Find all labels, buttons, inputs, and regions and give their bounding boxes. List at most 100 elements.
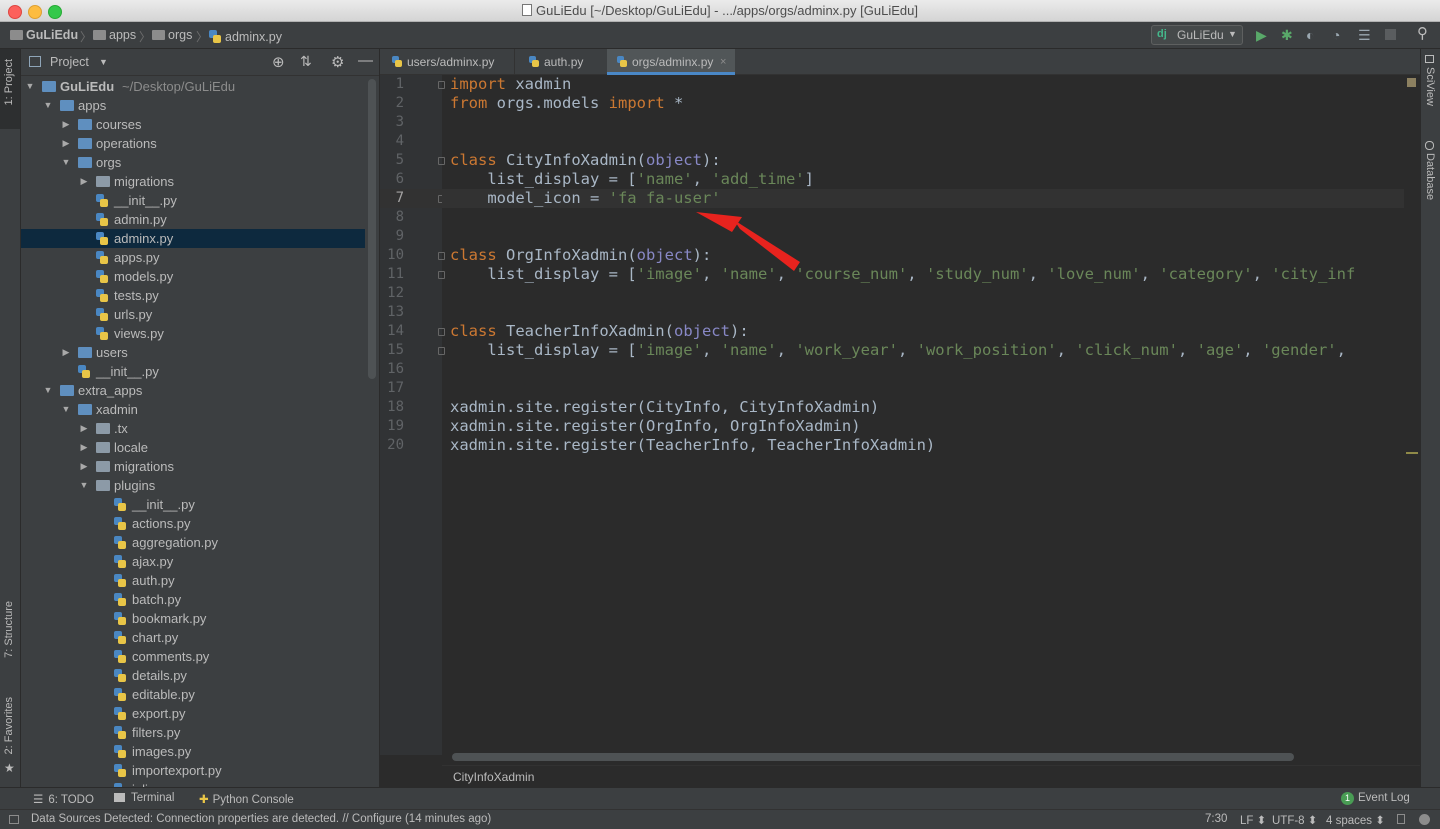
tree-file[interactable]: models.py xyxy=(21,267,365,286)
tree-file[interactable]: admin.py xyxy=(21,210,365,229)
tree-file[interactable]: comments.py xyxy=(21,647,365,666)
expand-arrow-down-icon[interactable]: ▼ xyxy=(79,476,89,495)
profile-icon[interactable]: ◔ xyxy=(1332,28,1340,42)
tree-folder[interactable]: ▶ locale xyxy=(21,438,365,457)
tree-folder[interactable]: ▼ extra_apps xyxy=(21,381,365,400)
tree-file[interactable]: apps.py xyxy=(21,248,365,267)
sciview-tool-tab[interactable]: SciView xyxy=(1424,67,1436,106)
tree-file[interactable]: adminx.py xyxy=(21,229,365,248)
tree-file[interactable]: __init__.py xyxy=(21,362,365,381)
tree-file[interactable]: images.py xyxy=(21,742,365,761)
tree-file[interactable]: __init__.py xyxy=(21,495,365,514)
tree-folder[interactable]: ▼ plugins xyxy=(21,476,365,495)
tree-scrollbar[interactable] xyxy=(368,79,376,379)
tree-file[interactable]: urls.py xyxy=(21,305,365,324)
expand-arrow-down-icon[interactable]: ▼ xyxy=(25,77,35,96)
tree-file[interactable]: chart.py xyxy=(21,628,365,647)
run-icon[interactable]: ▶ xyxy=(1256,28,1267,42)
tree-file[interactable]: importexport.py xyxy=(21,761,365,780)
python-console-tool-tab[interactable]: ✚ Python Console xyxy=(199,792,294,806)
tree-file[interactable]: tests.py xyxy=(21,286,365,305)
expand-arrow-right-icon[interactable]: ▶ xyxy=(61,134,71,153)
status-panel-icon[interactable] xyxy=(9,815,19,824)
indent-setting[interactable]: 4 spaces ⬍ xyxy=(1326,813,1385,827)
project-tool-tab[interactable]: 1: Project xyxy=(0,49,20,129)
file-encoding[interactable]: UTF-8 ⬍ xyxy=(1272,813,1317,827)
tree-folder[interactable]: ▶ courses xyxy=(21,115,365,134)
hide-panel-icon[interactable]: — xyxy=(358,52,373,69)
status-message[interactable]: Data Sources Detected: Connection proper… xyxy=(31,813,491,825)
tree-file[interactable]: __init__.py xyxy=(21,191,365,210)
search-icon[interactable]: ⚲ xyxy=(1417,26,1428,41)
close-tab-icon[interactable]: × xyxy=(720,49,726,75)
expand-arrow-right-icon[interactable]: ▶ xyxy=(79,172,89,191)
run-config-select[interactable]: dj GuLiEdu ▼ xyxy=(1151,25,1243,45)
expand-arrow-right-icon[interactable]: ▶ xyxy=(79,438,89,457)
code-token: object xyxy=(636,246,693,264)
locate-file-icon[interactable]: ⊕ xyxy=(272,53,285,71)
tree-file[interactable]: ajax.py xyxy=(21,552,365,571)
tree-file[interactable]: filters.py xyxy=(21,723,365,742)
breadcrumb-project[interactable]: GuLiEdu xyxy=(10,28,78,42)
tree-folder[interactable]: ▶ migrations xyxy=(21,172,365,191)
tree-file[interactable]: views.py xyxy=(21,324,365,343)
terminal-tool-tab[interactable]: Terminal xyxy=(114,792,174,804)
tree-folder[interactable]: ▼ orgs xyxy=(21,153,365,172)
gear-icon[interactable]: ⚙ xyxy=(331,53,344,71)
project-view-select[interactable]: Project xyxy=(50,55,89,69)
expand-arrow-down-icon[interactable]: ▼ xyxy=(43,381,53,400)
expand-arrow-right-icon[interactable]: ▶ xyxy=(79,457,89,476)
database-tool-tab[interactable]: Database xyxy=(1424,153,1436,200)
expand-arrow-right-icon[interactable]: ▶ xyxy=(61,343,71,362)
tree-folder[interactable]: ▶ .tx xyxy=(21,419,365,438)
debug-icon[interactable]: ✱ xyxy=(1281,28,1293,42)
line-number: 16 xyxy=(387,361,404,377)
tree-item-path: ~/Desktop/GuLiEdu xyxy=(122,79,236,94)
favorites-tool-tab[interactable]: 2: Favorites xyxy=(3,697,15,754)
tree-file[interactable]: auth.py xyxy=(21,571,365,590)
expand-arrow-down-icon[interactable]: ▼ xyxy=(61,400,71,419)
tree-file[interactable]: export.py xyxy=(21,704,365,723)
tree-file[interactable]: batch.py xyxy=(21,590,365,609)
tree-folder[interactable]: ▼ apps xyxy=(21,96,365,115)
concurrency-icon[interactable]: ☰ xyxy=(1358,28,1371,42)
tab-auth[interactable]: auth.py xyxy=(514,49,606,75)
breadcrumb-apps[interactable]: apps xyxy=(93,28,136,42)
tree-item-label: users xyxy=(96,345,128,360)
breadcrumb-orgs[interactable]: orgs xyxy=(152,28,192,42)
caret-position[interactable]: 7:30 xyxy=(1205,813,1227,825)
caret-down-icon[interactable]: ▼ xyxy=(99,57,108,67)
line-separator[interactable]: LF ⬍ xyxy=(1240,813,1266,827)
folder-icon xyxy=(152,30,165,40)
code-breadcrumb[interactable]: CityInfoXadmin xyxy=(442,765,1420,787)
expand-arrow-down-icon[interactable]: ▼ xyxy=(61,153,71,172)
stop-icon[interactable] xyxy=(1385,29,1396,40)
structure-tool-tab[interactable]: 7: Structure xyxy=(3,601,15,658)
code-area[interactable]: import xadmin from orgs.models import * cl… xyxy=(442,75,1422,755)
expand-arrow-right-icon[interactable]: ▶ xyxy=(61,115,71,134)
tab-orgs-adminx[interactable]: orgs/adminx.py × xyxy=(607,49,735,75)
coverage-icon[interactable]: ◐ xyxy=(1306,28,1314,42)
tree-folder[interactable]: ▼ GuLiEdu ~/Desktop/GuLiEdu xyxy=(21,77,365,96)
tree-file[interactable]: inline.py xyxy=(21,780,365,787)
collapse-all-icon[interactable]: ⇅ xyxy=(300,53,312,70)
lock-icon[interactable] xyxy=(1397,814,1405,824)
tree-file[interactable]: bookmark.py xyxy=(21,609,365,628)
expand-arrow-right-icon[interactable]: ▶ xyxy=(79,419,89,438)
expand-arrow-down-icon[interactable]: ▼ xyxy=(43,96,53,115)
todo-tool-tab[interactable]: ☰ 6: TODO xyxy=(33,792,94,806)
tree-folder[interactable]: ▼ xadmin xyxy=(21,400,365,419)
tree-item-label: auth.py xyxy=(132,573,175,588)
tree-folder[interactable]: ▶ migrations xyxy=(21,457,365,476)
tree-file[interactable]: aggregation.py xyxy=(21,533,365,552)
tree-folder[interactable]: ▶ operations xyxy=(21,134,365,153)
tree-file[interactable]: actions.py xyxy=(21,514,365,533)
tree-file[interactable]: details.py xyxy=(21,666,365,685)
inspector-icon[interactable] xyxy=(1419,814,1430,825)
event-log-tool-tab[interactable]: 1 Event Log xyxy=(1341,792,1410,805)
tab-users-adminx[interactable]: users/adminx.py xyxy=(380,49,513,75)
horizontal-scrollbar[interactable] xyxy=(452,753,1294,761)
tree-file[interactable]: editable.py xyxy=(21,685,365,704)
tree-folder[interactable]: ▶ users xyxy=(21,343,365,362)
breadcrumb-file[interactable]: adminx.py xyxy=(209,28,282,44)
